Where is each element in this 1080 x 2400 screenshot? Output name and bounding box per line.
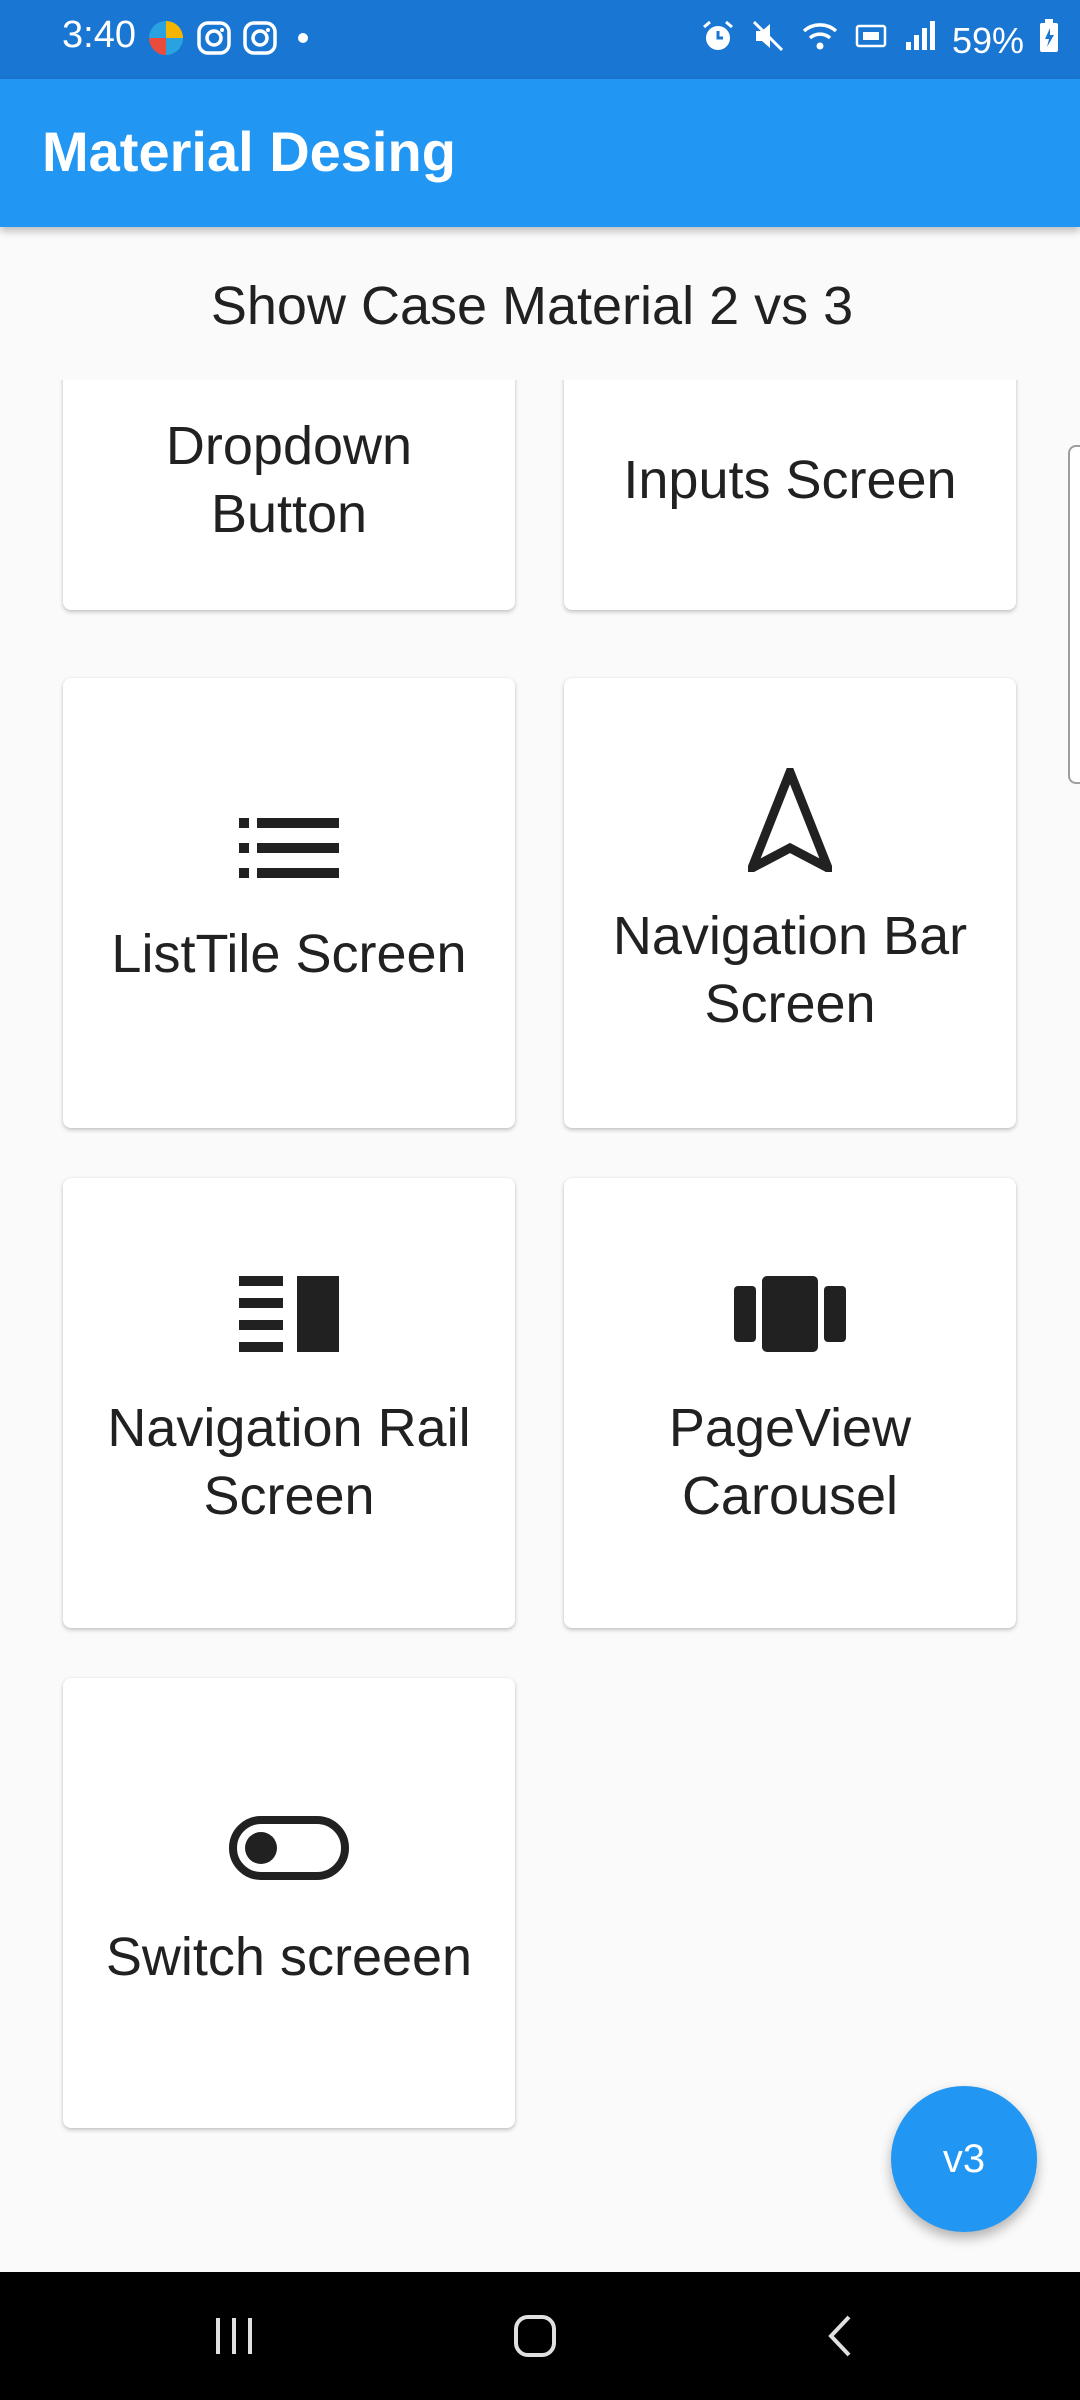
signal-icon [902,18,938,63]
card-label: Navigation Rail Screen [107,1398,471,1526]
edge-browser-icon [146,18,186,63]
instagram-icon [196,20,232,61]
card-label: Navigation Bar Screen [612,906,968,1034]
battery-icon [1038,18,1060,63]
recent-apps-icon [216,2318,252,2354]
card-label: Dropdown Button [165,416,413,544]
home-icon [514,2315,556,2357]
view-carousel-icon [734,1276,846,1352]
back-button[interactable] [800,2306,880,2366]
card-label: PageView Carousel [668,1398,912,1526]
page-subtitle: Show Case Material 2 vs 3 [210,276,854,336]
status-time: 3:40 [62,14,136,56]
scrollbar-thumb[interactable] [1068,445,1080,784]
alarm-icon [700,18,736,63]
volte-icon [854,18,888,63]
mute-icon [750,18,786,63]
card-grid[interactable]: Dropdown Button Inputs Screen ListTile S… [0,380,1080,2270]
dot-icon [288,20,318,61]
toggle-off-icon [228,1815,350,1881]
card-pageview-carousel[interactable]: PageView Carousel [564,1178,1016,1628]
instagram-icon [242,20,278,61]
system-navigation-bar [0,2272,1080,2400]
card-label: Switch screeen [105,1927,473,1987]
card-navigation-bar-screen[interactable]: Navigation Bar Screen [564,678,1016,1128]
recent-apps-button[interactable] [194,2306,274,2366]
home-button[interactable] [495,2306,575,2366]
card-navigation-rail-screen[interactable]: Navigation Rail Screen [63,1178,515,1628]
card-inputs-screen[interactable]: Inputs Screen [564,380,1016,610]
version-fab-button[interactable]: v3 [891,2086,1037,2232]
app-title: Material Desing [42,120,456,183]
battery-percentage: 59% [951,19,1024,61]
status-bar: 3:40 59% [0,0,1080,79]
navigation-arrow-icon [748,768,832,872]
card-dropdown-button[interactable]: Dropdown Button [63,380,515,610]
vertical-split-icon [239,1276,339,1352]
back-icon [828,2315,851,2357]
wifi-icon [800,18,840,63]
card-label: Inputs Screen [623,450,957,510]
card-switch-screen[interactable]: Switch screeen [63,1678,515,2128]
card-label: ListTile Screen [111,924,467,984]
app-bar: Material Desing [0,79,1080,227]
list-icon [239,818,339,878]
card-listtile-screen[interactable]: ListTile Screen [63,678,515,1128]
